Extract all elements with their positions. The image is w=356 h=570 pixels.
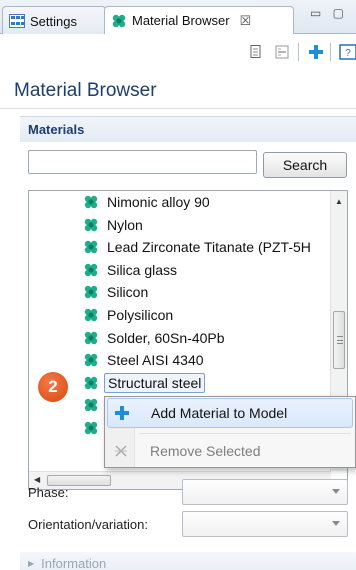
minimize-maximize-icon[interactable]: ▭ ▢: [310, 6, 348, 20]
scroll-left-icon[interactable]: ◀: [34, 475, 40, 484]
tree-item-label: Steel AISI 4340: [107, 352, 204, 369]
scroll-thumb[interactable]: [333, 311, 345, 369]
orientation-select[interactable]: [182, 511, 348, 537]
tree-item-label: Nimonic alloy 90: [107, 194, 210, 210]
toolbar-separator: [330, 43, 331, 61]
toolbar: ?: [0, 34, 356, 70]
scroll-up-icon[interactable]: ▲: [335, 197, 343, 206]
tree-item[interactable]: Structural steel: [83, 372, 206, 394]
information-title: Information: [41, 555, 107, 570]
material-icon: [84, 308, 98, 322]
divider: [0, 108, 356, 109]
tree-item[interactable]: [83, 417, 104, 439]
tab-bar: Settings Material Browser ☒ ▭ ▢: [0, 0, 356, 35]
search-button[interactable]: Search: [263, 152, 347, 178]
context-menu: Add Material to Model Remove Selected: [104, 396, 356, 468]
material-icon: [84, 376, 98, 389]
tree-item-label: Lead Zirconate Titanate (PZT-5H: [107, 239, 311, 256]
expand-triangle-icon: ▶: [28, 558, 35, 568]
menu-item-label: Remove Selected: [150, 443, 261, 459]
orientation-label: Orientation/variation:: [28, 517, 148, 532]
material-icon: [84, 218, 98, 231]
chevron-down-icon: [332, 489, 340, 494]
svg-text:?: ?: [345, 48, 351, 59]
material-icon: [112, 14, 126, 27]
tree-item[interactable]: Lead Zirconate Titanate (PZT-5H: [83, 236, 314, 258]
remove-icon: [107, 443, 135, 459]
plus-icon: [108, 405, 136, 421]
tree-item[interactable]: Solder, 60Sn-40Pb: [83, 327, 228, 349]
tree-item[interactable]: Silica glass: [83, 259, 180, 281]
tab-settings-label: Settings: [30, 13, 77, 29]
material-icon: [84, 263, 98, 276]
tree-item-label: Solder, 60Sn-40Pb: [107, 329, 225, 346]
search-input[interactable]: [28, 150, 257, 174]
collapse-icon[interactable]: [272, 42, 292, 62]
information-section-header[interactable]: ▶ Information: [20, 552, 356, 570]
add-material-to-model-menu-item[interactable]: Add Material to Model: [107, 398, 353, 428]
tree-item-label: Silica glass: [107, 261, 178, 278]
settings-icon: [9, 14, 25, 28]
tree-item-label: Polysilicon: [107, 307, 174, 323]
material-icon: [84, 240, 98, 254]
tree-item-label: Nylon: [107, 216, 143, 233]
material-icon: [84, 421, 98, 435]
tree-item-label: Structural steel: [104, 372, 206, 393]
materials-section-header[interactable]: Materials: [20, 116, 356, 142]
tree-item[interactable]: Steel AISI 4340: [83, 349, 207, 371]
phase-label: Phase:: [28, 485, 69, 500]
tree-item[interactable]: Nimonic alloy 90: [83, 191, 213, 213]
toolbar-separator: [298, 43, 299, 61]
tree-item-label: Silicon: [107, 284, 149, 301]
tree-item[interactable]: Silicon: [83, 281, 151, 303]
document-icon[interactable]: [246, 42, 266, 62]
material-icon: [84, 353, 98, 367]
material-icon: [84, 331, 98, 344]
tab-settings[interactable]: Settings: [2, 6, 106, 35]
step-badge: 2: [38, 372, 68, 402]
help-icon[interactable]: ?: [338, 42, 356, 62]
menu-item-label: Add Material to Model: [151, 405, 288, 421]
phase-select[interactable]: [182, 479, 348, 505]
material-icon: [84, 195, 98, 209]
material-icon: [84, 399, 98, 412]
tree-item[interactable]: [83, 394, 104, 416]
menu-separator: [139, 433, 351, 434]
page-title: Material Browser: [14, 80, 157, 101]
material-icon: [84, 286, 98, 299]
tree-item[interactable]: Nylon: [83, 214, 146, 236]
tab-material-browser-label: Material Browser: [132, 13, 230, 28]
close-icon[interactable]: ☒: [240, 13, 252, 29]
add-icon[interactable]: [306, 42, 326, 62]
tree-item[interactable]: Polysilicon: [83, 304, 176, 326]
tab-material-browser[interactable]: Material Browser ☒: [104, 6, 294, 35]
chevron-down-icon: [332, 521, 340, 526]
remove-selected-menu-item[interactable]: Remove Selected: [107, 436, 353, 466]
